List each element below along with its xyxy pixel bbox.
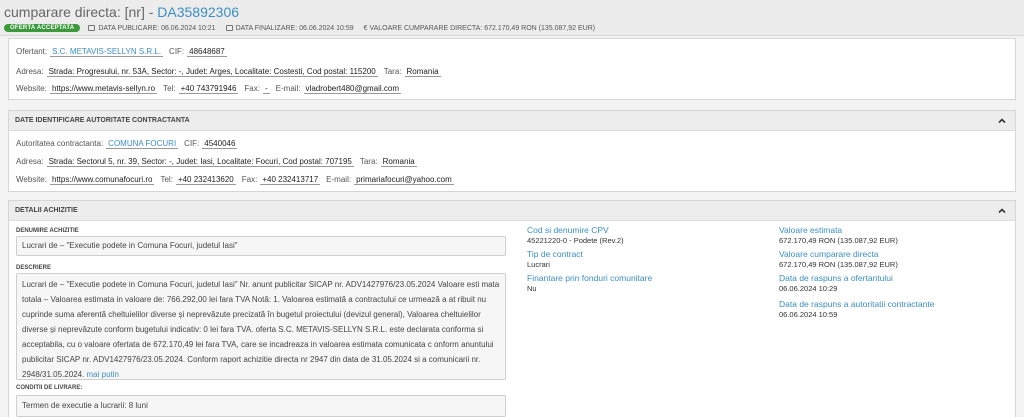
direct-value: € VALOARE CUMPARARE DIRECTA: 672.170,49 … (363, 24, 596, 32)
value-info-column: Valoare estimata 672.170,49 RON (135.087… (779, 225, 1009, 323)
tel-label: Tel: (163, 84, 176, 93)
website-value[interactable]: https://www.comunafocuri.ro (49, 175, 155, 185)
raspuns-ofertant-value: 06.06.2024 10:29 (779, 284, 838, 293)
email-label: E-mail: (326, 175, 352, 184)
country-label: Tara: (359, 157, 378, 166)
cif-value: 4540046 (202, 139, 238, 149)
country-label: Tara: (383, 67, 402, 76)
ofertant-label: Ofertant: (16, 47, 48, 56)
fax-label: Fax: (241, 175, 258, 184)
cif-label: CIF: (169, 47, 185, 56)
email-value: vladrobert480@gmail.com (303, 84, 402, 94)
show-less-link[interactable]: mai putin (87, 370, 119, 379)
descriere-field: Lucrari de – "Executie podete in Comuna … (16, 273, 506, 380)
tel-value: +40 743791946 (178, 84, 239, 94)
autoritate-contact-row: Website: https://www.comunafocuri.ro Tel… (16, 175, 460, 185)
website-value[interactable]: https://www.metavis-sellyn.ro (49, 84, 158, 94)
autoritate-panel: DATE IDENTIFICARE AUTORITATE CONTRACTANT… (8, 110, 1016, 192)
autoritate-header[interactable]: DATE IDENTIFICARE AUTORITATE CONTRACTANT… (9, 111, 1015, 131)
fax-value: +40 232413717 (260, 175, 321, 185)
fonduri-label: Finantare prin fonduri comunitare (527, 273, 653, 283)
ofertant-panel: Ofertant: S.C. METAVIS-SELLYN S.R.L. CIF… (8, 38, 1016, 100)
website-label: Website: (16, 84, 47, 93)
ofertant-row: Ofertant: S.C. METAVIS-SELLYN S.R.L. CIF… (16, 47, 233, 57)
title-prefix: cumparare directa: [nr] - (4, 4, 158, 20)
descriere-label: DESCRIERE (16, 265, 52, 271)
header-meta: OFERTA ACCEPTATA DATA PUBLICARE: 06.06.2… (4, 22, 605, 34)
autoritate-row: Autoritatea contractanta: COMUNA FOCURI … (16, 139, 243, 149)
tel-value: +40 232413620 (175, 175, 236, 185)
section-title: DATE IDENTIFICARE AUTORITATE CONTRACTANT… (15, 117, 190, 124)
address-label: Adresa: (16, 157, 44, 166)
country-value: Romania (404, 67, 441, 77)
finalize-date-text: DATA FINALIZARE: 06.06.2024 10:59 (235, 24, 354, 32)
denumire-label: DENUMIRE ACHIZITIE (16, 228, 79, 234)
valoare-cumparare-value: 672.170,49 RON (135.087,92 EUR) (779, 260, 898, 269)
procurement-info-column: Cod si denumire CPV 45221220-0 - Podete … (527, 225, 767, 297)
address-label: Adresa: (16, 67, 44, 76)
conditii-field: Termen de executie a lucrarii: 8 luni (16, 395, 506, 417)
ofertant-address-row: Adresa: Strada: Progresului, nr. 53A, Se… (16, 67, 447, 77)
fonduri-value: Nu (527, 284, 537, 293)
fax-label: Fax: (244, 84, 260, 93)
chevron-up-icon[interactable] (997, 116, 1007, 126)
section-title: DETALII ACHIZITIE (15, 207, 78, 214)
address-value: Strada: Sectorul 5, nr. 39, Sector: -, J… (46, 157, 354, 167)
valoare-cumparare-label: Valoare cumparare directa (779, 249, 879, 259)
page-header: cumparare directa: [nr] - DA35892306 OFE… (0, 0, 1024, 36)
raspuns-autoritate-value: 06.06.2024 10:59 (779, 310, 838, 319)
procurement-id: DA35892306 (157, 4, 240, 20)
publish-date-text: DATA PUBLICARE: 06.06.2024 10:21 (98, 24, 216, 32)
cif-label: CIF: (184, 139, 200, 148)
calendar-icon (88, 24, 96, 31)
ofertant-name-link[interactable]: S.C. METAVIS-SELLYN S.R.L. (50, 47, 164, 57)
denumire-field: Lucrari de – "Executie podete in Comuna … (16, 236, 506, 256)
valoare-estimata-value: 672.170,49 RON (135.087,92 EUR) (779, 236, 898, 245)
detalii-header[interactable]: DETALII ACHIZITIE (9, 201, 1015, 221)
autoritate-name-link[interactable]: COMUNA FOCURI (106, 139, 179, 149)
page-title: cumparare directa: [nr] - DA35892306 (4, 4, 239, 20)
raspuns-ofertant-label: Data de raspuns a ofertantului (779, 273, 893, 283)
detalii-panel: DETALII ACHIZITIE DENUMIRE ACHIZITIE Luc… (8, 200, 1016, 417)
email-value: primariafocuri@yahoo.com (354, 175, 454, 185)
country-value: Romania (380, 157, 417, 167)
conditii-label: CONDITII DE LIVRARE: (16, 385, 83, 391)
fax-value: - (262, 84, 270, 94)
cif-value: 48648687 (187, 47, 227, 57)
tip-label: Tip de contract (527, 249, 583, 259)
finalize-date: DATA FINALIZARE: 06.06.2024 10:59 (225, 24, 354, 32)
tip-value: Lucrari (527, 260, 550, 269)
email-label: E-mail: (275, 84, 301, 93)
status-badge: OFERTA ACCEPTATA (4, 24, 81, 32)
raspuns-autoritate-label: Data de raspuns a autoritatii contractan… (779, 299, 935, 309)
calendar-icon (225, 24, 233, 31)
publish-date: DATA PUBLICARE: 06.06.2024 10:21 (88, 24, 216, 32)
cpv-label: Cod si denumire CPV (527, 225, 609, 235)
cpv-value: 45221220-0 - Podete (Rev.2) (527, 236, 624, 245)
tel-label: Tel: (160, 175, 173, 184)
ofertant-contact-row: Website: https://www.metavis-sellyn.ro T… (16, 84, 407, 94)
autoritate-label: Autoritatea contractanta: (16, 139, 104, 148)
website-label: Website: (16, 175, 47, 184)
chevron-up-icon[interactable] (997, 206, 1007, 216)
autoritate-address-row: Adresa: Strada: Sectorul 5, nr. 39, Sect… (16, 157, 423, 167)
descriere-text: Lucrari de – "Executie podete in Comuna … (22, 280, 500, 379)
address-value: Strada: Progresului, nr. 53A, Sector: -,… (46, 67, 378, 77)
valoare-estimata-label: Valoare estimata (779, 225, 843, 235)
